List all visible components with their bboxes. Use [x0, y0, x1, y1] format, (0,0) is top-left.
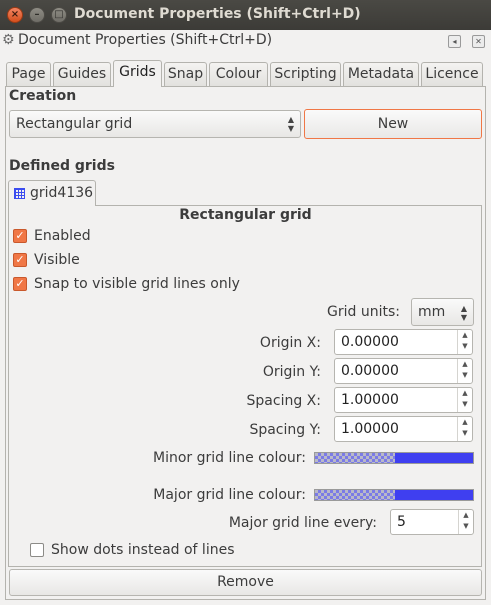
close-icon: ✕ [475, 37, 482, 46]
tab-scripting[interactable]: Scripting [270, 62, 341, 86]
snap-visible-checkbox[interactable]: ✓ [13, 277, 27, 291]
origin-y-value: 0.00000 [341, 363, 399, 379]
origin-y-label: Origin Y: [262, 364, 321, 380]
grid-section-title: Rectangular grid [179, 207, 312, 223]
spacing-x-input[interactable]: 1.00000 ▲ ▼ [334, 387, 473, 413]
minor-colour-label: Minor grid line colour: [152, 450, 306, 466]
spin-arrows-icon[interactable]: ▲ ▼ [457, 330, 472, 354]
minor-colour-swatch[interactable] [314, 452, 474, 464]
minimize-window-button[interactable]: – [29, 7, 45, 23]
dock-title: Document Properties (Shift+Ctrl+D) [18, 32, 273, 48]
grid-tab-label: grid4136 [30, 185, 94, 201]
defined-grids-heading: Defined grids [9, 158, 115, 174]
origin-x-input[interactable]: 0.00000 ▲ ▼ [334, 329, 473, 355]
window-title: Document Properties (Shift+Ctrl+D) [74, 6, 361, 22]
grid-units-label: Grid units: [327, 304, 400, 320]
spacing-x-label: Spacing X: [246, 393, 321, 409]
spacing-x-value: 1.00000 [341, 392, 399, 408]
enabled-checkbox[interactable]: ✓ [13, 229, 27, 243]
spacing-y-label: Spacing Y: [249, 422, 321, 438]
spin-arrows-icon[interactable]: ▲ ▼ [457, 417, 472, 441]
spacing-y-value: 1.00000 [341, 421, 399, 437]
visible-checkbox[interactable]: ✓ [13, 253, 27, 267]
major-every-value: 5 [397, 514, 406, 530]
origin-x-label: Origin X: [259, 335, 321, 351]
spin-arrows-icon[interactable]: ▲ ▼ [457, 388, 472, 412]
origin-x-value: 0.00000 [341, 334, 399, 350]
tab-metadata[interactable]: Metadata [343, 62, 419, 86]
spin-arrows-icon[interactable]: ▲ ▼ [458, 510, 473, 534]
grid-units-select[interactable]: mm ▲ ▼ [411, 298, 474, 326]
grid-icon [14, 188, 25, 199]
remove-grid-button[interactable]: Remove [9, 569, 482, 596]
visible-label: Visible [34, 252, 80, 268]
tab-colour[interactable]: Colour [209, 62, 268, 86]
spacing-y-input[interactable]: 1.00000 ▲ ▼ [334, 416, 473, 442]
new-grid-button[interactable]: New [304, 109, 482, 139]
close-icon: × [10, 9, 20, 20]
checker-pattern [315, 490, 395, 500]
snap-visible-label: Snap to visible grid lines only [34, 276, 240, 292]
minimize-icon: – [34, 9, 40, 20]
grid-type-value: Rectangular grid [16, 116, 133, 132]
grid-type-select[interactable]: Rectangular grid ▲ ▼ [9, 110, 301, 138]
tab-page[interactable]: Page [6, 62, 51, 86]
tab-grids[interactable]: Grids [113, 60, 162, 87]
major-colour-swatch[interactable] [314, 489, 474, 501]
tab-guides[interactable]: Guides [53, 62, 111, 86]
chevron-updown-icon: ▲ ▼ [287, 115, 294, 133]
checker-pattern [315, 453, 395, 463]
tab-grid4136[interactable]: grid4136 [8, 180, 96, 206]
enabled-label: Enabled [34, 228, 91, 244]
major-colour-label: Major grid line colour: [153, 487, 306, 503]
minor-colour-fill [395, 453, 473, 463]
dock-iconify-button[interactable]: ◂ [448, 35, 461, 48]
origin-y-input[interactable]: 0.00000 ▲ ▼ [334, 358, 473, 384]
major-colour-fill [395, 490, 473, 500]
close-window-button[interactable]: × [7, 7, 23, 23]
creation-heading: Creation [9, 88, 77, 104]
major-every-input[interactable]: 5 ▲ ▼ [390, 509, 474, 535]
chevron-updown-icon: ▲ ▼ [460, 304, 467, 322]
gear-icon: ⚙ [2, 32, 15, 48]
grid-units-value: mm [418, 304, 446, 320]
iconify-icon: ◂ [452, 37, 457, 46]
maximize-window-button[interactable]: □ [51, 7, 67, 23]
show-dots-label: Show dots instead of lines [51, 542, 235, 558]
tab-licence[interactable]: Licence [421, 62, 483, 86]
spin-arrows-icon[interactable]: ▲ ▼ [457, 359, 472, 383]
major-every-label: Major grid line every: [228, 515, 377, 531]
show-dots-checkbox[interactable] [30, 543, 44, 557]
maximize-icon: □ [54, 9, 64, 20]
tab-snap[interactable]: Snap [164, 62, 207, 86]
dock-close-button[interactable]: ✕ [472, 35, 485, 48]
